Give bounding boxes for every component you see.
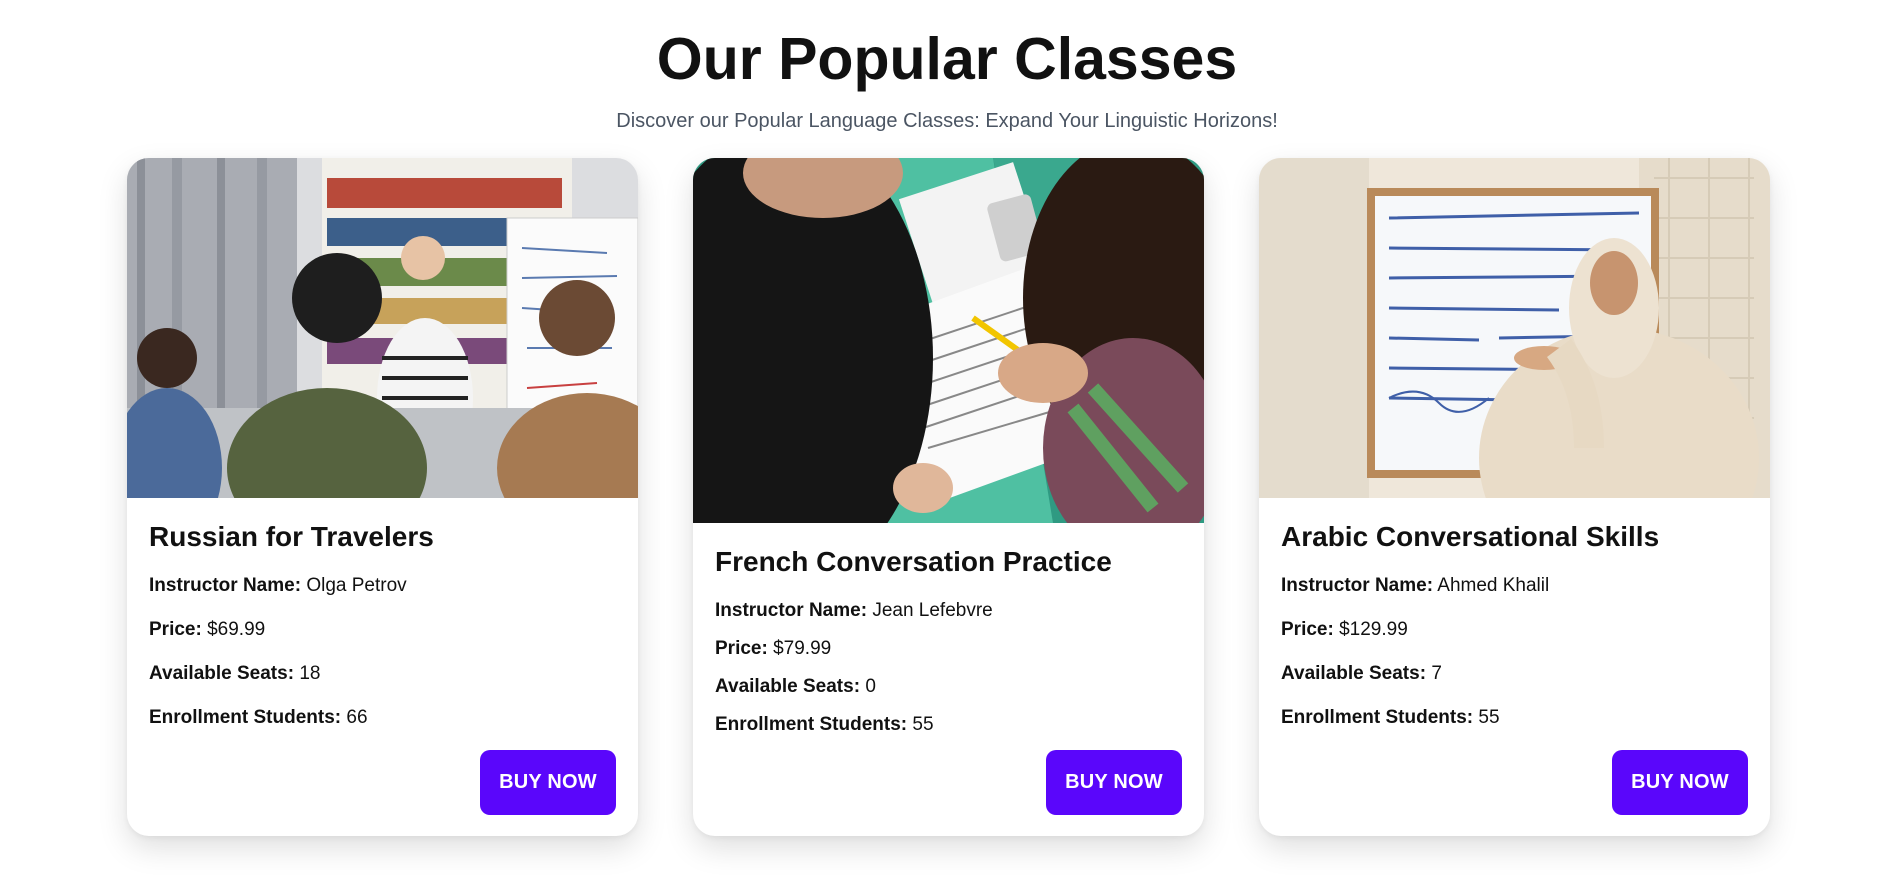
enrolled-row: Enrollment Students: 66 xyxy=(149,706,616,730)
seats-label: Available Seats: xyxy=(1281,663,1427,684)
card-body: Arabic Conversational Skills Instructor … xyxy=(1259,498,1770,730)
price-row: Price: $69.99 xyxy=(149,618,616,642)
popular-classes-section: Our Popular Classes Discover our Popular… xyxy=(0,0,1894,881)
enrolled-value: 55 xyxy=(1478,707,1500,728)
card-body: French Conversation Practice Instructor … xyxy=(693,523,1204,737)
instructor-row: Instructor Name: Olga Petrov xyxy=(149,574,616,598)
instructor-label: Instructor Name: xyxy=(1281,575,1434,596)
enrolled-row: Enrollment Students: 55 xyxy=(1281,706,1748,730)
seats-value: 0 xyxy=(865,676,876,697)
instructor-name: Ahmed Khalil xyxy=(1437,575,1550,596)
instructor-row: Instructor Name: Jean Lefebvre xyxy=(715,599,1182,623)
price-label: Price: xyxy=(149,619,202,640)
price-row: Price: $129.99 xyxy=(1281,618,1748,642)
enrolled-label: Enrollment Students: xyxy=(149,707,342,728)
seats-row: Available Seats: 0 xyxy=(715,675,1182,699)
enrolled-value: 66 xyxy=(346,707,368,728)
enrolled-row: Enrollment Students: 55 xyxy=(715,713,1182,737)
class-card-russian: Russian for Travelers Instructor Name: O… xyxy=(127,158,638,836)
instructor-name: Jean Lefebvre xyxy=(872,600,993,621)
card-body: Russian for Travelers Instructor Name: O… xyxy=(127,498,638,730)
instructor-row: Instructor Name: Ahmed Khalil xyxy=(1281,574,1748,598)
price-value: $69.99 xyxy=(207,619,266,640)
class-title: Arabic Conversational Skills xyxy=(1281,521,1660,552)
page-title: Our Popular Classes xyxy=(656,26,1238,92)
price-value: $79.99 xyxy=(773,638,832,659)
enrolled-label: Enrollment Students: xyxy=(715,714,908,735)
seats-label: Available Seats: xyxy=(149,663,295,684)
instructor-label: Instructor Name: xyxy=(149,575,302,596)
seats-value: 18 xyxy=(299,663,321,684)
class-image-study-notes xyxy=(693,158,1204,523)
class-image-classroom xyxy=(127,158,638,498)
class-card-french: French Conversation Practice Instructor … xyxy=(693,158,1204,836)
seats-row: Available Seats: 7 xyxy=(1281,662,1748,686)
class-title: French Conversation Practice xyxy=(715,546,1112,577)
enrolled-value: 55 xyxy=(912,714,934,735)
price-label: Price: xyxy=(715,638,768,659)
buy-now-button[interactable]: BUY NOW xyxy=(1612,750,1748,815)
price-row: Price: $79.99 xyxy=(715,637,1182,661)
page-subtitle: Discover our Popular Language Classes: E… xyxy=(616,110,1278,132)
enrolled-label: Enrollment Students: xyxy=(1281,707,1474,728)
seats-value: 7 xyxy=(1431,663,1442,684)
class-image-whiteboard xyxy=(1259,158,1770,498)
seats-row: Available Seats: 18 xyxy=(149,662,616,686)
buy-now-button[interactable]: BUY NOW xyxy=(480,750,616,815)
instructor-label: Instructor Name: xyxy=(715,600,868,621)
buy-now-button[interactable]: BUY NOW xyxy=(1046,750,1182,815)
seats-label: Available Seats: xyxy=(715,676,861,697)
price-label: Price: xyxy=(1281,619,1334,640)
instructor-name: Olga Petrov xyxy=(306,575,407,596)
class-title: Russian for Travelers xyxy=(149,521,434,552)
class-card-arabic: Arabic Conversational Skills Instructor … xyxy=(1259,158,1770,836)
price-value: $129.99 xyxy=(1339,619,1408,640)
